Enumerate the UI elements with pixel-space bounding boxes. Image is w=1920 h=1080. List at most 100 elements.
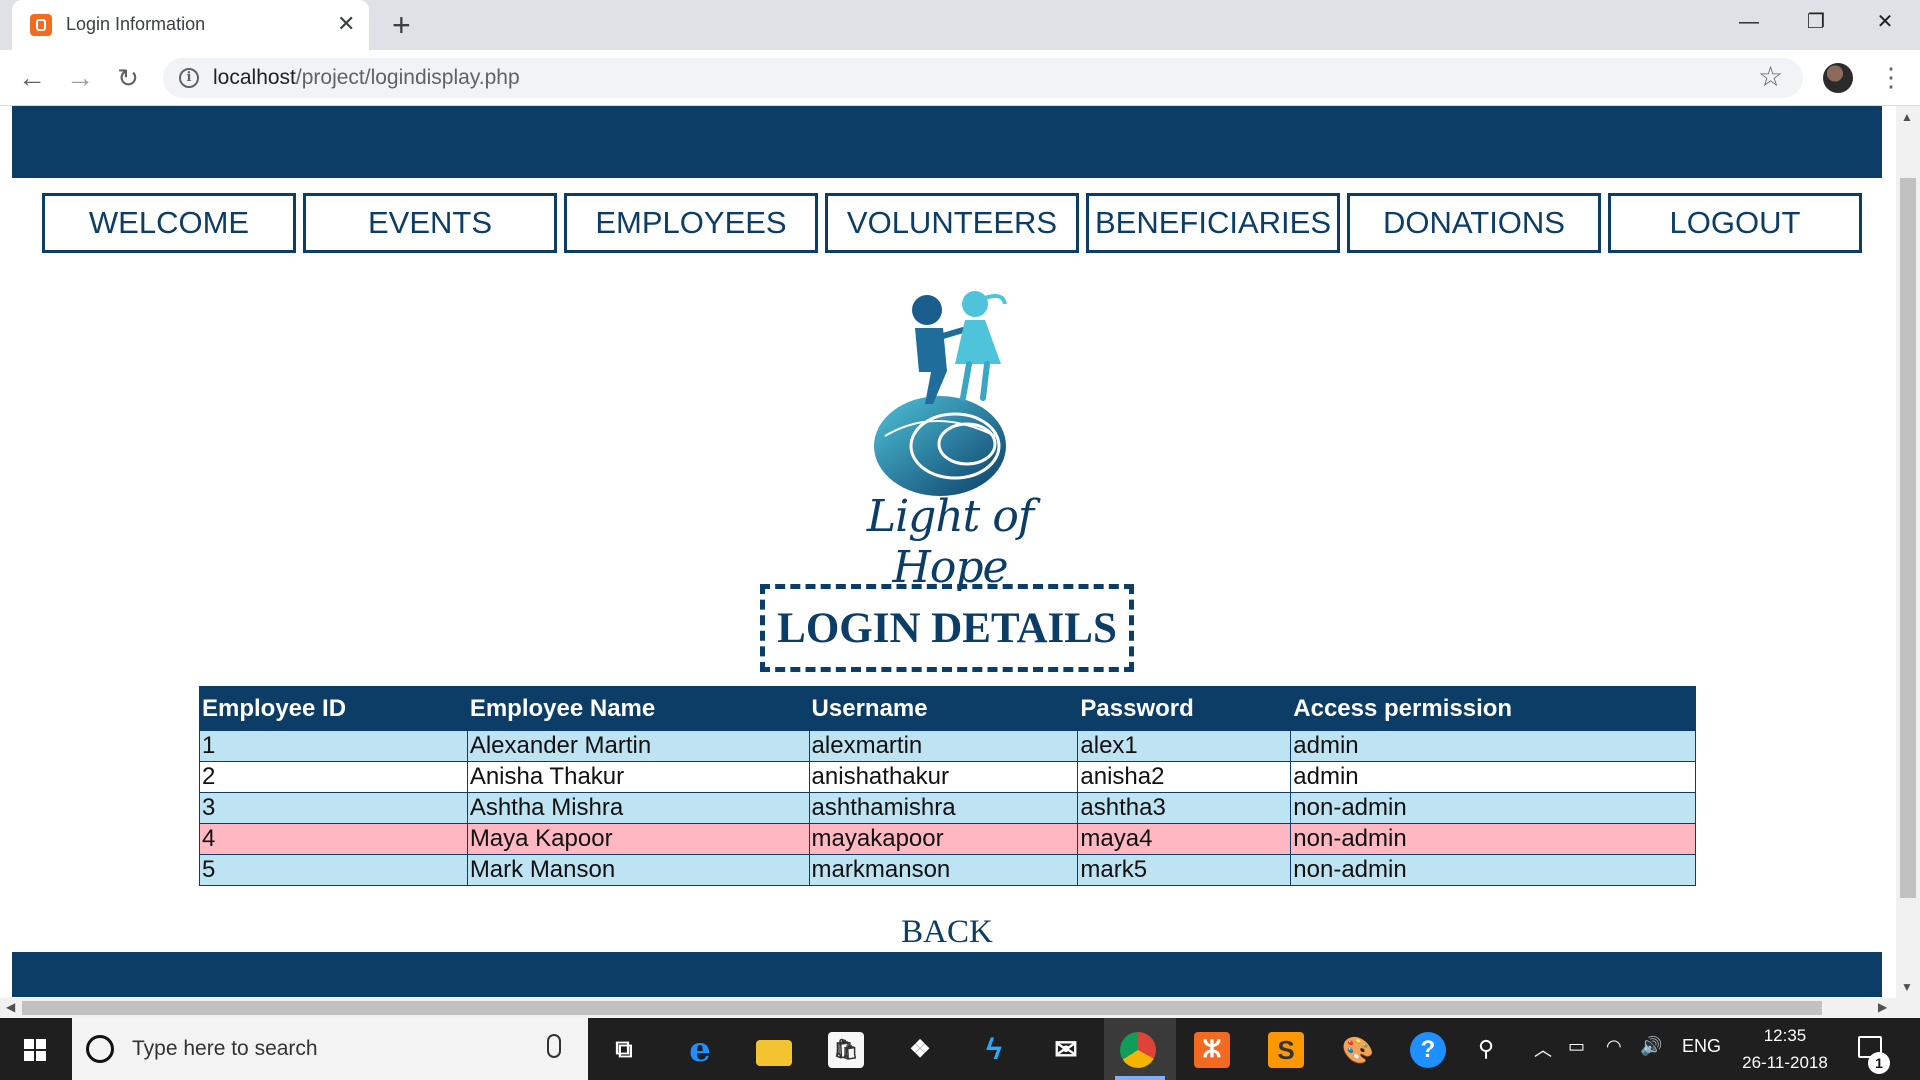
window-minimize-button[interactable]: —	[1714, 0, 1784, 44]
vertical-scrollbar[interactable]: ▲ ▼	[1896, 106, 1920, 1018]
windows-taskbar: Type here to search ⧉ e 🛍 ❖ ϟ ✉ ⵣ S 🎨 ? …	[0, 1018, 1920, 1080]
cell-access-permission: admin	[1290, 761, 1696, 793]
search-placeholder: Type here to search	[132, 1037, 318, 1060]
cell-access-permission: admin	[1290, 730, 1696, 762]
microphone-icon[interactable]	[547, 1034, 561, 1058]
window-restore-button[interactable]: ❐	[1781, 0, 1851, 44]
cell-employee-name: Alexander Martin	[466, 730, 810, 762]
back-link: BACK	[0, 914, 1894, 951]
mail-icon[interactable]: ✉	[1048, 1032, 1084, 1068]
cell-employee-name: Anisha Thakur	[466, 761, 810, 793]
battery-icon[interactable]: ▭	[1568, 1036, 1585, 1057]
cell-employee-id: 4	[199, 823, 468, 855]
browser-toolbar: ← → ↻ i localhost/project/logindisplay.p…	[0, 50, 1920, 106]
header-banner	[12, 106, 1882, 178]
horizontal-scrollbar[interactable]: ◀ ▶	[0, 998, 1896, 1018]
browser-tab-strip: Login Information ✕ + — ❐ ✕	[0, 0, 1920, 50]
scroll-up-arrow-icon[interactable]: ▲	[1901, 110, 1913, 124]
chrome-active-indicator	[1115, 1076, 1165, 1080]
vertical-scroll-thumb[interactable]	[1900, 178, 1916, 898]
scroll-right-arrow-icon[interactable]: ▶	[1878, 1000, 1887, 1014]
nav-beneficiaries[interactable]: BENEFICIARIES	[1086, 193, 1340, 253]
chrome-taskbar-active[interactable]	[1104, 1018, 1176, 1080]
cell-username: ashthamishra	[808, 792, 1079, 824]
window-close-button[interactable]: ✕	[1850, 0, 1920, 44]
dropbox-icon[interactable]: ❖	[902, 1032, 938, 1068]
table-row: 4 Maya Kapoor mayakapoor maya4 non-admin	[199, 823, 1696, 855]
scroll-left-arrow-icon[interactable]: ◀	[6, 1000, 15, 1014]
cell-employee-name: Ashtha Mishra	[466, 792, 810, 824]
nav-volunteers[interactable]: VOLUNTEERS	[825, 193, 1079, 253]
clock-time[interactable]: 12:35	[1750, 1026, 1820, 1046]
cell-username: alexmartin	[808, 730, 1079, 762]
url-host: localhost	[213, 66, 296, 89]
task-view-icon[interactable]: ⧉	[606, 1032, 642, 1068]
cell-password: maya4	[1077, 823, 1292, 855]
language-indicator[interactable]: ENG	[1682, 1036, 1721, 1057]
site-info-icon[interactable]: i	[179, 68, 199, 88]
browser-tab[interactable]: Login Information ✕	[12, 0, 369, 50]
browser-menu-icon[interactable]: ⋮	[1878, 62, 1904, 92]
reload-icon[interactable]: ↻	[110, 60, 146, 96]
table-row: 5 Mark Manson markmanson mark5 non-admin	[199, 854, 1696, 886]
sublime-text-icon[interactable]: S	[1268, 1032, 1304, 1068]
logo-figures-icon	[874, 291, 1007, 496]
clock-date[interactable]: 26-11-2018	[1732, 1053, 1838, 1073]
cell-password: alex1	[1077, 730, 1292, 762]
cell-access-permission: non-admin	[1290, 854, 1696, 886]
page-viewport: WELCOME EVENTS EMPLOYEES VOLUNTEERS BENE…	[0, 106, 1920, 1018]
store-icon[interactable]: 🛍	[828, 1032, 864, 1068]
column-header-access-permission: Access permission	[1290, 686, 1696, 731]
cell-employee-id: 2	[199, 761, 468, 793]
cell-employee-id: 3	[199, 792, 468, 824]
footer-banner	[12, 952, 1882, 997]
cell-password: mark5	[1077, 854, 1292, 886]
cortana-icon	[86, 1035, 114, 1063]
scroll-down-arrow-icon[interactable]: ▼	[1901, 980, 1913, 994]
tab-title: Login Information	[66, 14, 206, 34]
new-tab-button[interactable]: +	[392, 8, 411, 42]
xampp-icon[interactable]: ⵣ	[1194, 1032, 1230, 1068]
taskbar-search-box[interactable]: Type here to search	[72, 1018, 588, 1080]
cell-employee-id: 5	[199, 854, 468, 886]
cell-access-permission: non-admin	[1290, 823, 1696, 855]
start-button[interactable]	[0, 1018, 70, 1080]
file-explorer-icon[interactable]	[756, 1040, 792, 1066]
horizontal-scroll-thumb[interactable]	[22, 1001, 1822, 1015]
nav-employees[interactable]: EMPLOYEES	[564, 193, 818, 253]
table-row: 2 Anisha Thakur anishathakur anisha2 adm…	[199, 761, 1696, 793]
volume-icon[interactable]: 🔊	[1640, 1036, 1662, 1057]
chrome-icon	[1120, 1032, 1156, 1068]
table-header-row: Employee ID Employee Name Username Passw…	[199, 686, 1696, 731]
bookmark-star-icon[interactable]: ☆	[1758, 60, 1783, 93]
wifi-icon[interactable]: ◠	[1606, 1036, 1622, 1057]
logo-text: Light of Hope	[866, 491, 1034, 593]
table-row: 3 Ashtha Mishra ashthamishra ashtha3 non…	[199, 792, 1696, 824]
cell-password: anisha2	[1077, 761, 1292, 793]
url-path: /project/logindisplay.php	[295, 66, 520, 89]
people-icon[interactable]: ⚲	[1478, 1036, 1494, 1062]
nav-logout[interactable]: LOGOUT	[1608, 193, 1862, 253]
app-bolt-icon[interactable]: ϟ	[976, 1032, 1012, 1068]
show-hidden-icons-chevron-icon[interactable]: ︿	[1534, 1036, 1552, 1062]
nav-events[interactable]: EVENTS	[303, 193, 557, 253]
paint-icon[interactable]: 🎨	[1340, 1032, 1376, 1068]
edge-browser-icon[interactable]: e	[682, 1032, 718, 1068]
back-arrow-icon[interactable]: ←	[14, 60, 50, 96]
help-icon[interactable]: ?	[1410, 1032, 1446, 1068]
url-text[interactable]: localhost/project/logindisplay.php	[213, 66, 520, 90]
table-row: 1 Alexander Martin alexmartin alex1 admi…	[199, 730, 1696, 762]
back-link-text[interactable]: BACK	[901, 914, 993, 950]
main-navigation: WELCOME EVENTS EMPLOYEES VOLUNTEERS BENE…	[42, 193, 1862, 253]
profile-avatar[interactable]	[1823, 63, 1853, 93]
cell-username: anishathakur	[808, 761, 1079, 793]
column-header-password: Password	[1077, 686, 1292, 731]
nav-donations[interactable]: DONATIONS	[1347, 193, 1601, 253]
notification-count-badge: 1	[1868, 1052, 1890, 1074]
tab-close-icon[interactable]: ✕	[337, 11, 355, 37]
forward-arrow-icon[interactable]: →	[62, 60, 98, 96]
nav-welcome[interactable]: WELCOME	[42, 193, 296, 253]
page-title: LOGIN DETAILS	[777, 605, 1117, 652]
address-bar[interactable]: i localhost/project/logindisplay.php ☆	[163, 58, 1803, 98]
windows-logo-icon	[24, 1039, 46, 1061]
